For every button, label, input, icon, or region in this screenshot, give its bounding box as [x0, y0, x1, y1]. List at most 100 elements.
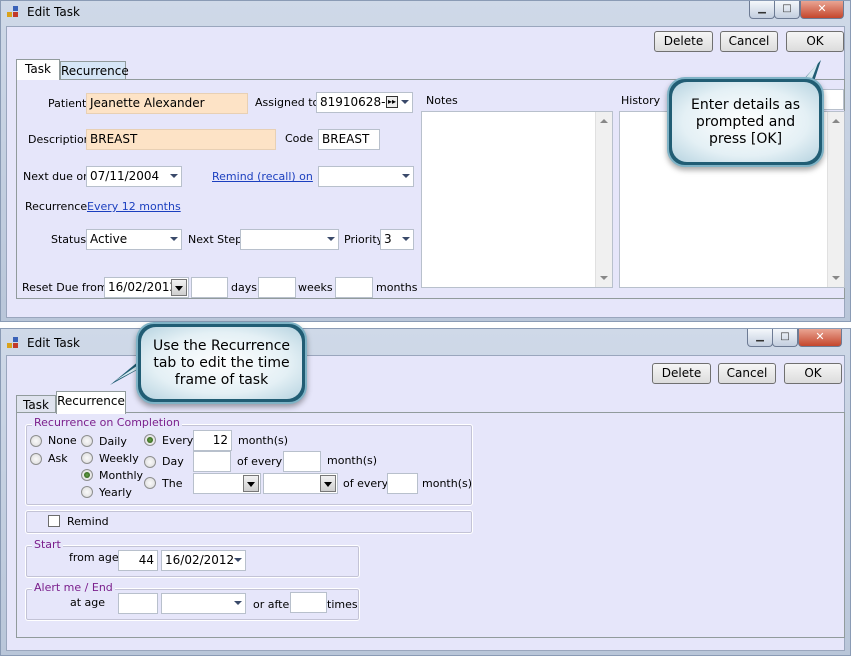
priority-label: Priority — [344, 233, 384, 246]
priority-value: 3 — [384, 232, 392, 246]
radio-ask[interactable] — [30, 453, 42, 465]
window-title: Edit Task — [27, 5, 80, 19]
day-label: Day — [162, 455, 184, 468]
priority-dropdown[interactable]: 3 — [380, 229, 414, 250]
assigned-to-value: 81910628-6 — [320, 95, 394, 109]
ok-button[interactable]: OK — [784, 363, 842, 384]
chevron-down-icon[interactable] — [243, 475, 259, 492]
next-step-dropdown[interactable] — [240, 229, 339, 250]
radio-day[interactable] — [144, 456, 156, 468]
chevron-down-icon[interactable] — [170, 237, 178, 241]
end-date-picker[interactable] — [161, 593, 246, 614]
start-date-picker[interactable]: 16/02/2012 — [161, 550, 246, 571]
daily-label: Daily — [99, 435, 127, 448]
tab-recurrence[interactable]: Recurrence — [56, 391, 126, 414]
dialog-body: Delete Cancel OK Task Recurrence Patient… — [6, 26, 845, 318]
callout-text: Use the Recurrence tab to edit the time … — [141, 327, 302, 399]
history-scrollbar[interactable] — [827, 112, 844, 287]
remind-recall-link[interactable]: Remind (recall) on — [212, 170, 313, 183]
radio-the[interactable] — [144, 477, 156, 489]
close-button[interactable]: ✕ — [800, 1, 844, 19]
the-months-label: month(s) — [422, 477, 473, 490]
chevron-down-icon[interactable] — [401, 100, 409, 104]
lookup-icon[interactable]: ▸▸ — [386, 96, 398, 108]
radio-yearly[interactable] — [81, 486, 93, 498]
yearly-label: Yearly — [99, 486, 132, 499]
minimize-button[interactable]: ▁ — [747, 329, 773, 347]
ask-label: Ask — [48, 452, 68, 465]
remind-date-dropdown[interactable] — [318, 166, 414, 187]
the-ordinal-dropdown[interactable] — [193, 473, 261, 494]
app-icon — [7, 6, 19, 18]
status-dropdown[interactable]: Active — [86, 229, 182, 250]
dialog-body: Delete Cancel OK Task Recurrence Recurre… — [6, 355, 845, 651]
cancel-button[interactable]: Cancel — [720, 31, 778, 52]
description-field[interactable]: BREAST — [86, 129, 276, 150]
delete-button[interactable]: Delete — [654, 31, 713, 52]
remind-label: Remind — [67, 515, 109, 528]
code-field[interactable]: BREAST — [318, 129, 380, 150]
start-age-field[interactable]: 44 — [118, 550, 158, 571]
title-bar[interactable]: Edit Task ▁ □ ✕ — [1, 329, 850, 353]
times-label: times — [327, 598, 358, 611]
recurrence-group-title: Recurrence on Completion — [32, 416, 182, 429]
of-every-months-field[interactable] — [283, 451, 321, 472]
alert-end-group-title: Alert me / End — [32, 581, 115, 594]
maximize-button[interactable]: □ — [772, 329, 798, 347]
chevron-down-icon[interactable] — [170, 174, 178, 178]
none-label: None — [48, 434, 77, 447]
patient-label: Patient — [48, 97, 87, 110]
months-field[interactable] — [335, 277, 373, 298]
every-months-field[interactable]: 12 — [193, 430, 232, 451]
the-weekday-dropdown[interactable] — [263, 473, 338, 494]
reset-date-value: 16/02/2012 — [108, 280, 178, 294]
remind-checkbox[interactable] — [48, 515, 60, 527]
day-field[interactable] — [193, 451, 231, 472]
title-bar[interactable]: Edit Task ▁ □ ✕ — [1, 1, 850, 25]
chevron-down-icon[interactable] — [402, 174, 410, 178]
months-label: months — [376, 281, 418, 294]
radio-every[interactable] — [144, 434, 156, 446]
reset-date-picker[interactable]: 16/02/2012 — [104, 277, 189, 298]
ok-button[interactable]: OK — [786, 31, 844, 52]
history-label: History — [621, 94, 661, 107]
chevron-down-icon[interactable] — [234, 601, 242, 605]
chevron-down-icon[interactable] — [320, 475, 336, 492]
tab-task[interactable]: Task — [16, 59, 60, 80]
radio-none[interactable] — [30, 435, 42, 447]
days-field[interactable] — [191, 277, 228, 298]
notes-textarea[interactable] — [421, 111, 613, 288]
delete-button[interactable]: Delete — [652, 363, 711, 384]
patient-field[interactable]: Jeanette Alexander — [86, 93, 248, 114]
notes-label: Notes — [426, 94, 458, 107]
maximize-button[interactable]: □ — [774, 1, 800, 19]
radio-daily[interactable] — [81, 435, 93, 447]
minimize-button[interactable]: ▁ — [749, 1, 775, 19]
next-due-date-picker[interactable]: 07/11/2004 — [86, 166, 182, 187]
notes-scrollbar[interactable] — [595, 112, 612, 287]
app-icon — [7, 337, 19, 349]
the-months-field[interactable] — [387, 473, 418, 494]
end-age-field[interactable] — [118, 593, 158, 614]
days-label: days — [231, 281, 257, 294]
chevron-down-icon[interactable] — [402, 237, 410, 241]
cancel-button[interactable]: Cancel — [718, 363, 776, 384]
edit-task-window-bottom: Edit Task ▁ □ ✕ Delete Cancel OK Task Re… — [0, 322, 851, 656]
status-label: Status — [51, 233, 87, 246]
chevron-down-icon[interactable] — [171, 279, 187, 296]
radio-monthly[interactable] — [81, 469, 93, 481]
weeks-label: weeks — [298, 281, 333, 294]
of-every-label: of every — [237, 455, 283, 468]
from-age-label: from age — [69, 551, 119, 564]
recurrence-link[interactable]: Every 12 months — [87, 200, 181, 213]
radio-weekly[interactable] — [81, 452, 93, 464]
start-group-title: Start — [32, 538, 63, 551]
chevron-down-icon[interactable] — [327, 237, 335, 241]
chevron-down-icon[interactable] — [234, 558, 242, 562]
instruction-callout-ok: Enter details as prompted and press [OK] — [667, 77, 824, 167]
tab-recurrence[interactable]: Recurrence — [60, 61, 129, 80]
assigned-to-dropdown[interactable]: 81910628-6 ▸▸ — [316, 92, 413, 113]
weeks-field[interactable] — [258, 277, 296, 298]
times-field[interactable] — [290, 592, 327, 613]
close-button[interactable]: ✕ — [798, 329, 842, 347]
